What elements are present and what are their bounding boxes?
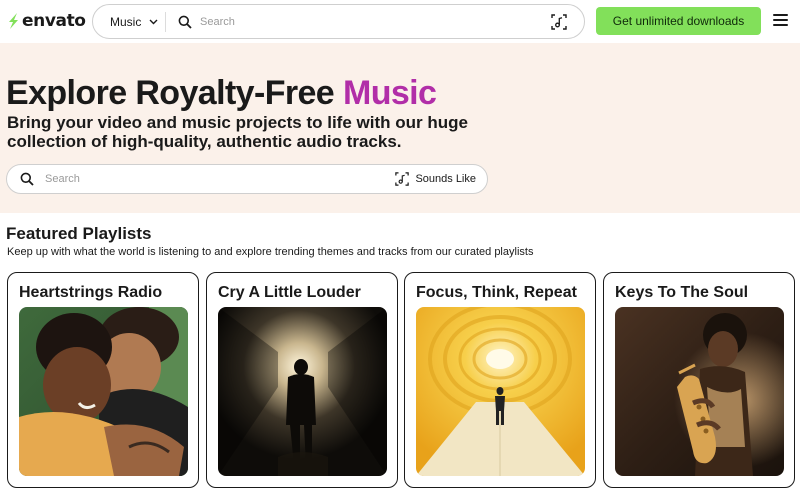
search-icon <box>178 14 194 30</box>
category-dropdown[interactable]: Music <box>93 5 165 38</box>
hero-title: Explore Royalty-Free Music <box>6 74 437 113</box>
playlist-card-cry-a-little-louder[interactable]: Cry A Little Louder <box>206 272 398 488</box>
get-unlimited-downloads-button[interactable]: Get unlimited downloads <box>596 7 761 35</box>
playlist-cover-image <box>416 307 585 476</box>
playlist-cover-image <box>615 307 784 476</box>
hero-title-accent: Music <box>342 74 437 112</box>
playlist-cover-image <box>218 307 387 476</box>
hero-search-input[interactable] <box>45 173 385 185</box>
audio-match-icon[interactable] <box>551 14 567 30</box>
playlist-card-keys-to-the-soul[interactable]: Keys To The Soul <box>603 272 795 488</box>
menu-icon[interactable] <box>773 14 788 26</box>
sounds-like-label: Sounds Like <box>415 173 476 185</box>
playlist-card-focus-think-repeat[interactable]: Focus, Think, Repeat <box>404 272 596 488</box>
header-search-bar: Music <box>92 4 585 39</box>
playlist-title: Heartstrings Radio <box>19 284 163 301</box>
search-divider <box>165 11 166 32</box>
envato-logo-icon <box>9 13 18 29</box>
playlist-cover-image <box>19 307 188 476</box>
playlist-title: Focus, Think, Repeat <box>416 284 577 301</box>
audio-match-icon <box>395 172 410 186</box>
featured-playlists-title: Featured Playlists <box>6 224 152 243</box>
playlist-title: Keys To The Soul <box>615 284 749 301</box>
envato-logo[interactable]: envato <box>6 10 86 32</box>
search-icon <box>20 171 36 187</box>
top-header: envato Music Get unlimited downloads <box>0 0 800 43</box>
playlist-title: Cry A Little Louder <box>218 284 361 301</box>
featured-playlists-subtitle: Keep up with what the world is listening… <box>7 246 534 258</box>
hero-search-bar: Sounds Like <box>6 164 488 194</box>
hero-title-main: Explore Royalty-Free <box>6 74 343 112</box>
header-search-input[interactable] <box>200 15 540 28</box>
chevron-down-icon <box>149 19 158 24</box>
sounds-like-button[interactable]: Sounds Like <box>395 172 476 186</box>
category-label: Music <box>110 14 142 29</box>
playlist-card-heartstrings-radio[interactable]: Heartstrings Radio <box>7 272 199 488</box>
logo-text: envato <box>22 11 86 31</box>
hero-subtitle: Bring your video and music projects to l… <box>7 113 468 151</box>
hero-section: Explore Royalty-Free Music Bring your vi… <box>0 43 800 213</box>
